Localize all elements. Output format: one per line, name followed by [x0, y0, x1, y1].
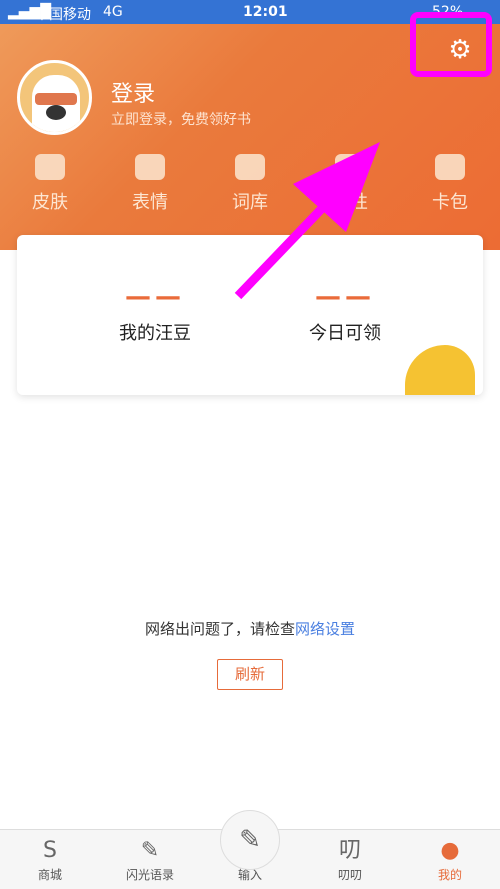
menu-label: 皮肤 — [32, 192, 68, 213]
carrier: 中国移动 — [35, 7, 91, 23]
wallet-icon — [435, 154, 465, 180]
today-beans[interactable]: —— 今日可领 — [270, 282, 420, 345]
menu-label: 个性 — [332, 192, 368, 213]
network-settings-link[interactable]: 网络设置 — [295, 620, 355, 638]
feature-icon — [335, 154, 365, 180]
menu-item-4[interactable]: 个性 — [300, 154, 400, 214]
tab-quotes[interactable]: ✎ 闪光语录 — [100, 830, 200, 889]
menu-item-skin[interactable]: 皮肤 — [0, 154, 100, 214]
tab-label: 我的 — [437, 868, 462, 882]
menu-label: 词库 — [232, 192, 268, 213]
menu-item-emoji[interactable]: 表情 — [100, 154, 200, 214]
bean-illustration — [405, 345, 475, 395]
shirt-icon — [35, 154, 65, 180]
avatar[interactable] — [17, 60, 92, 135]
menu-label: 卡包 — [432, 192, 468, 213]
menu-label: 表情 — [132, 192, 168, 213]
person-icon: ● — [440, 838, 460, 863]
beans-value: —— — [125, 282, 185, 312]
clock: 12:01 — [243, 4, 288, 20]
smile-icon — [135, 154, 165, 180]
network-error: 网络出问题了，请检查网络设置 — [0, 618, 500, 639]
login-title[interactable]: 登录 — [111, 76, 155, 108]
pencil-icon[interactable]: ✎ — [220, 810, 280, 870]
today-value: —— — [315, 282, 375, 312]
store-bag-icon: S — [43, 838, 57, 863]
feature-menu: 皮肤 表情 词库 个性 卡包 — [0, 154, 500, 214]
beans-label: 我的汪豆 — [119, 323, 191, 344]
login-subtitle[interactable]: 立即登录，免费领好书 — [111, 109, 251, 129]
refresh-button[interactable]: 刷新 — [217, 659, 283, 690]
tab-label: 闪光语录 — [125, 868, 174, 882]
tab-store[interactable]: S 商城 — [0, 830, 100, 889]
my-beans[interactable]: —— 我的汪豆 — [80, 282, 230, 345]
tab-chat[interactable]: 叨叨叨 — [300, 830, 400, 889]
error-text: 网络出问题了，请检查 — [144, 620, 295, 638]
chat-bubble-icon: 叨 — [338, 838, 361, 863]
tab-label: 叨叨 — [337, 868, 362, 882]
menu-item-dictionary[interactable]: 词库 — [200, 154, 300, 214]
feather-icon: ✎ — [140, 838, 160, 863]
today-label: 今日可领 — [309, 323, 381, 344]
menu-item-wallet[interactable]: 卡包 — [400, 154, 500, 214]
book-icon — [235, 154, 265, 180]
network-type: 4G — [103, 4, 123, 20]
tab-mine[interactable]: ● 我的 — [400, 830, 500, 889]
annotation-highlight-box — [410, 12, 492, 77]
beans-card: —— 我的汪豆 —— 今日可领 — [17, 235, 483, 395]
tab-label: 商城 — [37, 868, 62, 882]
